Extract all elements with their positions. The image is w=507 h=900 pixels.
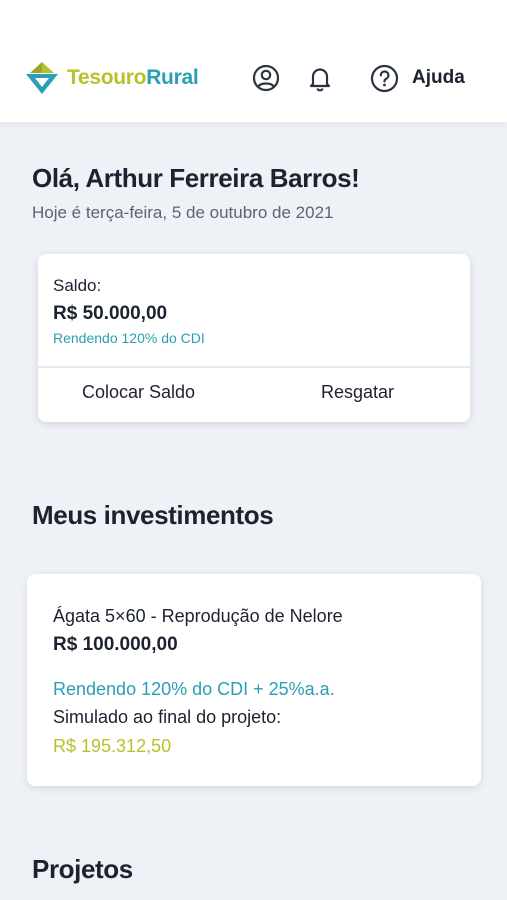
brand-logo[interactable]: TesouroRural — [24, 60, 199, 96]
deposit-button[interactable]: Colocar Saldo — [82, 382, 195, 403]
logo-icon — [26, 62, 58, 94]
investment-card[interactable]: Ágata 5×60 - Reprodução de Nelore R$ 100… — [27, 574, 481, 786]
balance-divider — [38, 366, 470, 368]
investment-yield: Rendendo 120% do CDI + 25%a.a. — [53, 679, 335, 699]
brand-name: TesouroRural — [67, 66, 199, 90]
investment-simulated-label: Simulado ao final do projeto: — [53, 707, 282, 727]
brand-name-part2: Rural — [146, 66, 199, 89]
help-button[interactable]: Ajuda — [370, 63, 465, 93]
user-icon — [252, 64, 280, 92]
withdraw-button[interactable]: Resgatar — [321, 382, 394, 403]
balance-yield: Rendendo 120% do CDI — [53, 330, 205, 346]
notifications-button[interactable] — [305, 63, 335, 93]
investment-simulated-value: R$ 195.312,50 — [53, 736, 172, 756]
profile-button[interactable] — [251, 63, 281, 93]
balance-value: R$ 50.000,00 — [53, 303, 168, 324]
brand-name-part1: Tesouro — [67, 66, 147, 89]
projects-section-title: Projetos — [32, 854, 133, 884]
current-date: Hoje é terça-feira, 5 de outubro de 2021 — [32, 203, 334, 222]
balance-label: Saldo: — [53, 276, 102, 295]
balance-card: Saldo: R$ 50.000,00 Rendendo 120% do CDI… — [38, 254, 470, 422]
investment-value: R$ 100.000,00 — [53, 634, 178, 655]
greeting-title: Olá, Arthur Ferreira Barros! — [32, 163, 360, 193]
help-icon — [370, 64, 399, 92]
investments-section-title: Meus investimentos — [32, 500, 274, 530]
bell-icon — [309, 68, 331, 92]
help-label: Ajuda — [412, 67, 465, 88]
app-header: TesouroRural Ajuda — [0, 0, 507, 122]
investment-name: Ágata 5×60 - Reprodução de Nelore — [53, 606, 343, 626]
